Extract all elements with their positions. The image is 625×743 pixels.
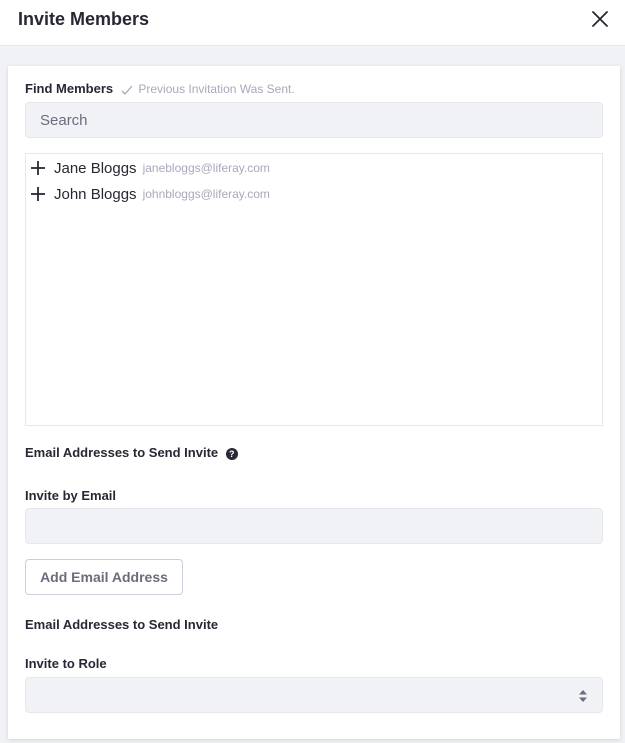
question-circle-icon[interactable]: ? (225, 448, 238, 460)
find-members-label: Find Members Previous Invitation Was Sen… (25, 81, 295, 96)
modal-title: Invite Members (18, 9, 150, 29)
member-email: janebloggs@liferay.com (142, 161, 270, 175)
close-icon[interactable] (589, 8, 611, 30)
invite-to-role-label: Invite to Role (25, 656, 107, 671)
list-item-john-bloggs[interactable]: John Bloggs johnbloggs@liferay.com (30, 183, 270, 205)
modal-header: Invite Members (0, 0, 625, 46)
email-addresses-label: Email Addresses to Send Invite ? (25, 445, 238, 460)
check-icon (121, 85, 133, 95)
add-email-address-button[interactable]: Add Email Address (25, 559, 183, 595)
plus-icon[interactable] (30, 186, 46, 202)
email-list-label: Email Addresses to Send Invite (25, 617, 219, 632)
member-name: Jane Bloggs (54, 159, 137, 177)
plus-icon[interactable] (30, 160, 46, 176)
invite-email-input[interactable] (25, 508, 603, 544)
list-item-jane-bloggs[interactable]: Jane Bloggs janebloggs@liferay.com (30, 157, 270, 179)
email-addresses-text: Email Addresses to Send Invite (25, 445, 219, 460)
search-input[interactable] (25, 102, 603, 138)
caret-double-icon (579, 690, 587, 702)
member-email: johnbloggs@liferay.com (142, 187, 270, 201)
invitation-sent-note: Previous Invitation Was Sent. (138, 82, 295, 96)
member-name: John Bloggs (54, 185, 137, 203)
invite-panel: Find Members Previous Invitation Was Sen… (8, 66, 620, 739)
find-members-text: Find Members (25, 81, 114, 96)
role-select[interactable] (25, 677, 603, 713)
member-list[interactable]: Jane Bloggs janebloggs@liferay.com John … (25, 153, 603, 426)
invite-by-email-label: Invite by Email (25, 488, 117, 503)
